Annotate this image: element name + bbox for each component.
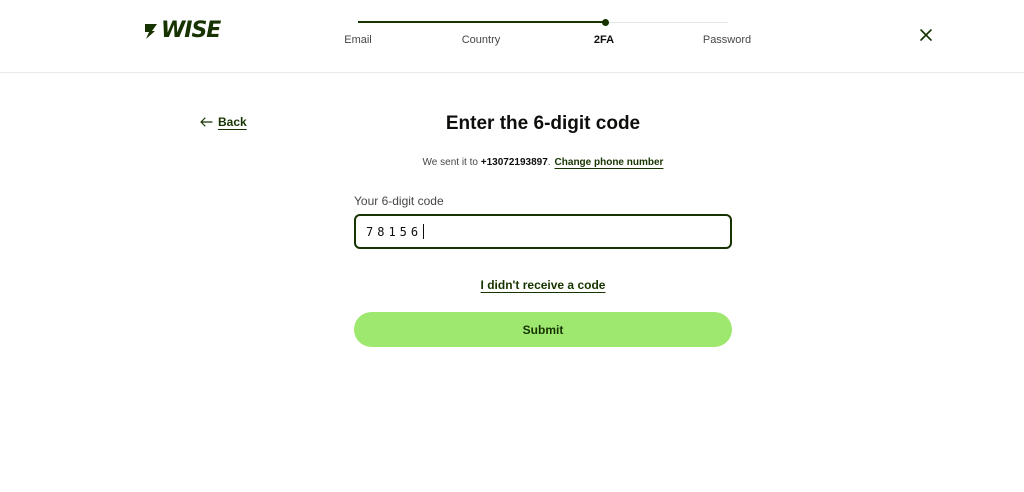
progress-stepper: Email Country 2FA Password — [344, 18, 751, 58]
back-link[interactable]: Back — [200, 115, 247, 129]
change-phone-link[interactable]: Change phone number — [555, 157, 664, 168]
code-input[interactable]: 78156 — [354, 214, 732, 249]
phone-number: +13072193897 — [480, 157, 548, 168]
top-bar: WISE Email Country 2FA Password — [0, 0, 1024, 73]
sent-message: We sent it to +13072193897. Change phone … — [354, 157, 732, 168]
wise-flag-icon — [145, 24, 157, 39]
step-2fa: 2FA — [593, 34, 615, 46]
step-email: Email — [344, 34, 372, 46]
stepper-progress — [358, 21, 605, 23]
close-icon[interactable] — [917, 26, 935, 44]
didnt-receive-code-link[interactable]: I didn't receive a code — [481, 278, 606, 292]
wise-logo[interactable]: WISE — [143, 18, 221, 43]
logo-text: WISE — [161, 18, 221, 43]
back-label: Back — [218, 115, 247, 129]
sent-suffix: . — [547, 157, 551, 168]
sent-prefix: We sent it to — [422, 157, 481, 168]
page-title: Enter the 6-digit code — [445, 113, 641, 134]
code-value: 78156 — [366, 224, 423, 239]
step-country: Country — [461, 34, 501, 46]
no-code-container: I didn't receive a code — [354, 276, 732, 294]
code-field-label: Your 6-digit code — [354, 194, 444, 208]
arrow-left-icon — [200, 117, 213, 127]
text-caret — [423, 224, 425, 239]
step-password: Password — [702, 34, 752, 46]
submit-button[interactable]: Submit — [354, 312, 732, 347]
current-step-dot — [602, 19, 609, 26]
